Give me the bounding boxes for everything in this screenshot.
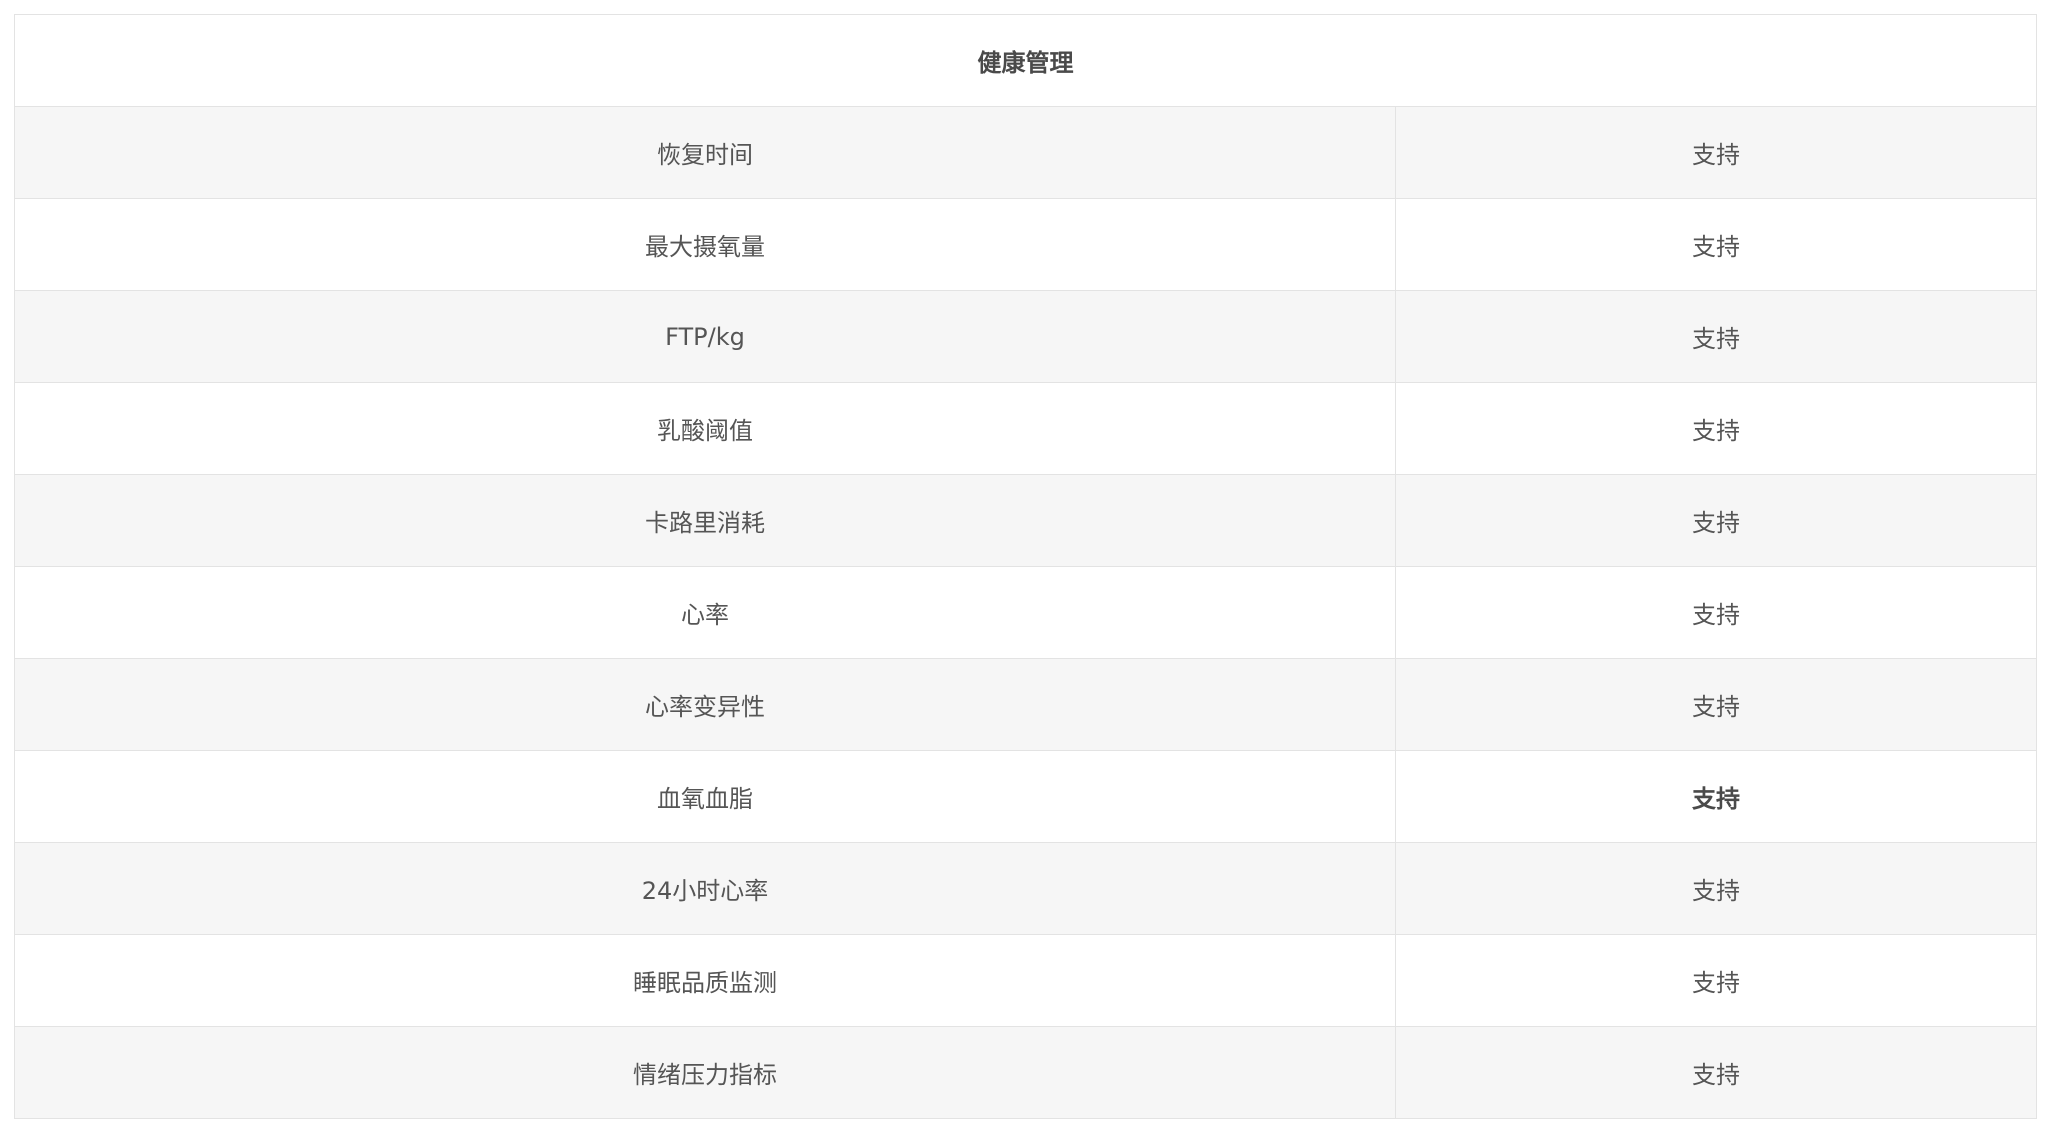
feature-name-cell: 乳酸阈值 (14, 382, 1396, 475)
table-row: 情绪压力指标 支持 (14, 1026, 2037, 1119)
feature-name-cell: 最大摄氧量 (14, 198, 1396, 291)
table-body: 恢复时间 支持 最大摄氧量 支持 FTP/kg 支持 乳酸阈值 支持 卡路里消耗 支持 心率 支持 心率… (14, 106, 2037, 1119)
table-row: 血氧血脂 支持 (14, 750, 2037, 843)
table-row: 最大摄氧量 支持 (14, 198, 2037, 291)
table-row: 睡眠品质监测 支持 (14, 934, 2037, 1027)
support-value-cell: 支持 (1395, 1026, 2037, 1119)
spec-table: 健康管理 恢复时间 支持 最大摄氧量 支持 FTP/kg 支持 乳酸阈值 支持 卡路里消耗 支持心… (14, 14, 2037, 1119)
table-row: 恢复时间 支持 (14, 106, 2037, 199)
table-row: 卡路里消耗 支持 (14, 474, 2037, 567)
feature-name-cell: 心率变异性 (14, 658, 1396, 751)
table-row: 24小时心率 支持 (14, 842, 2037, 935)
feature-name-cell: 心率 (14, 566, 1396, 659)
feature-name-cell: 血氧血脂 (14, 750, 1396, 843)
support-value-cell: 支持 (1395, 658, 2037, 751)
support-value-cell: 支持 (1395, 382, 2037, 475)
support-value-cell: 支持 (1395, 290, 2037, 383)
feature-name-cell: 情绪压力指标 (14, 1026, 1396, 1119)
table-row: FTP/kg 支持 (14, 290, 2037, 383)
feature-name-cell: 24小时心率 (14, 842, 1396, 935)
feature-name-cell: 睡眠品质监测 (14, 934, 1396, 1027)
support-value-cell: 支持 (1395, 842, 2037, 935)
support-value-cell: 支持 (1395, 566, 2037, 659)
feature-name-cell: 卡路里消耗 (14, 474, 1396, 567)
table-row: 心率变异性 支持 (14, 658, 2037, 751)
feature-name-cell: 恢复时间 (14, 106, 1396, 199)
section-title: 健康管理 (14, 14, 2037, 107)
support-value-cell: 支持 (1395, 934, 2037, 1027)
table-row: 乳酸阈值 支持 (14, 382, 2037, 475)
feature-name-cell: FTP/kg (14, 290, 1396, 383)
table-header-row: 健康管理 (14, 14, 2037, 107)
support-value-cell: 支持 (1395, 750, 2037, 843)
table-row: 心率 支持 (14, 566, 2037, 659)
support-value-cell: 支持 (1395, 198, 2037, 291)
support-value-cell: 支持 (1395, 106, 2037, 199)
support-value-cell: 支持 (1395, 474, 2037, 567)
